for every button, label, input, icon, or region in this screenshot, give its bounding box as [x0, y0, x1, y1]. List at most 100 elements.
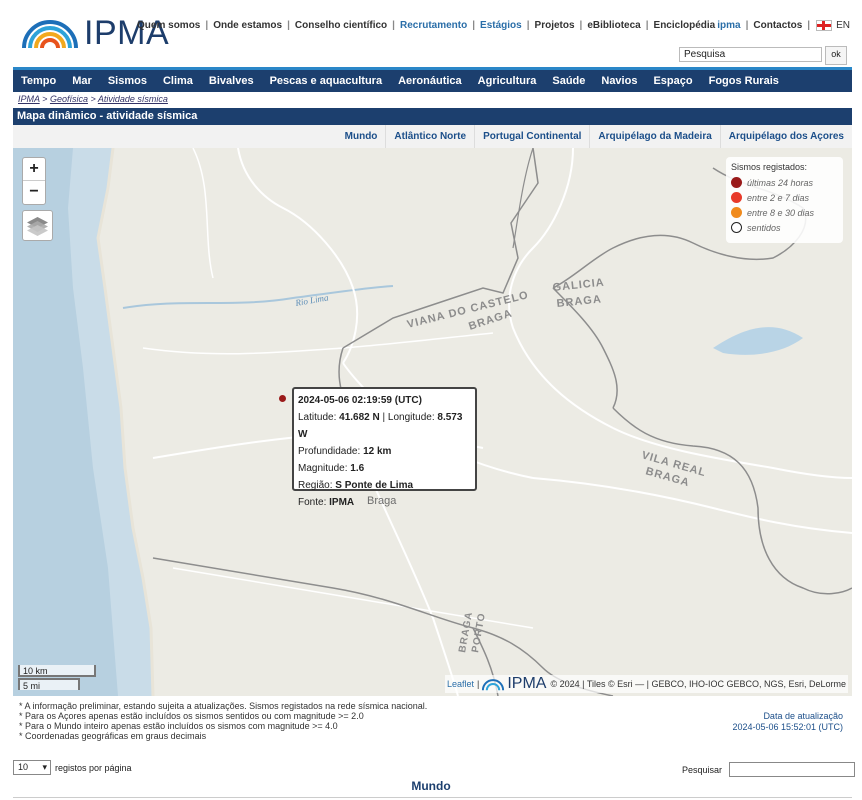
legend-dot-icon — [731, 192, 742, 203]
top-link-onde-estamos[interactable]: Onde estamos — [208, 20, 287, 31]
region-tab-3[interactable]: Arquipélago da Madeira — [589, 125, 719, 148]
top-link-ipma-extra: ipma — [717, 20, 741, 31]
map-attribution: Leaflet | IPMA © 2024 | Tiles © Esri — | … — [444, 675, 848, 693]
per-page-label: registos por página — [55, 762, 132, 773]
popup-latitude: 41.682 N — [339, 412, 380, 423]
legend-dot-icon — [731, 177, 742, 188]
popup-depth-label: Profundidade: — [298, 446, 361, 457]
breadcrumb-geofisica[interactable]: Geofísica — [50, 94, 88, 104]
top-link-quem-somos[interactable]: Quem somos — [132, 20, 205, 31]
region-tabs-bar: Mundo Atlântico Norte Portugal Continental… — [13, 125, 852, 149]
popup-latitude-label: Latitude: — [298, 412, 337, 423]
language-en-link[interactable]: EN — [836, 20, 850, 31]
top-link-contactos[interactable]: Contactos — [748, 20, 807, 31]
map-notes: * A informação preliminar, estando sujei… — [19, 701, 427, 741]
nav-item-7[interactable]: Agricultura — [470, 75, 545, 87]
nav-item-3[interactable]: Clima — [155, 75, 201, 87]
note-4: * Coordenadas geográficas em graus decim… — [19, 731, 207, 741]
ipma-logo-icon — [22, 20, 78, 49]
table-search-label: Pesquisar — [682, 764, 723, 775]
layers-icon — [27, 217, 48, 236]
legend-title: Sismos registados: — [731, 162, 808, 172]
note-2: * Para os Açores apenas estão incluídos … — [19, 711, 364, 721]
seismic-map[interactable]: Rio Lima VIANA DO CASTELO BRAGA GALICIA … — [13, 148, 852, 696]
leaflet-link[interactable]: Leaflet — [447, 679, 474, 689]
top-links: Quem somos | Onde estamos | Conselho científ… — [132, 20, 850, 31]
popup-time: 2024-05-06 02:19:59 (UTC) — [298, 395, 422, 406]
region-tab-1[interactable]: Atlântico Norte — [385, 125, 474, 148]
nav-item-5[interactable]: Pescas e aquacultura — [262, 75, 391, 87]
legend-item: últimas 24 horas — [731, 175, 838, 190]
popup-region-label: Região: — [298, 480, 333, 491]
separator: | — [807, 20, 811, 31]
legend-item: sentidos — [731, 220, 838, 235]
attribution-text: © 2024 | Tiles © Esri — | GEBCO, IHO-IOC… — [550, 679, 846, 689]
legend-dot-icon — [731, 222, 742, 233]
region-tab-0[interactable]: Mundo — [337, 125, 386, 148]
nav-item-4[interactable]: Bivalves — [201, 75, 262, 87]
scale-mi: 5 mi — [18, 678, 80, 691]
top-link-conselho-cient-fico[interactable]: Conselho científico — [290, 20, 392, 31]
table-search-input[interactable] — [729, 762, 856, 777]
region-tab-4[interactable]: Arquipélago dos Açores — [719, 125, 852, 148]
nav-item-8[interactable]: Saúde — [544, 75, 593, 87]
table-search: Pesquisar — [682, 762, 856, 777]
legend-item: entre 8 e 30 dias — [731, 205, 838, 220]
divider — [13, 797, 852, 798]
ipma-attribution-logo: IPMA — [507, 675, 547, 692]
scale-km: 10 km — [18, 665, 96, 677]
top-link-projetos[interactable]: Projetos — [530, 20, 580, 31]
legend-item: entre 2 e 7 dias — [731, 190, 838, 205]
page-title: Mapa dinâmico - atividade sísmica — [13, 108, 852, 125]
top-link-est-gios[interactable]: Estágios — [475, 20, 527, 31]
popup-region: S Ponte de Lima — [335, 480, 414, 491]
zoom-in-button[interactable]: + — [23, 158, 45, 180]
nav-item-10[interactable]: Espaço — [645, 75, 700, 87]
map-scale: 10 km 5 mi — [18, 665, 96, 691]
search-ok-button[interactable]: ok — [825, 46, 847, 65]
breadcrumb-atividade-sismica[interactable]: Atividade sísmica — [98, 94, 168, 104]
popup-magnitude: 1.6 — [350, 463, 365, 474]
legend-label: entre 2 e 7 dias — [747, 192, 810, 203]
earthquake-marker[interactable] — [279, 395, 286, 402]
popup-magnitude-label: Magnitude: — [298, 463, 348, 474]
legend-label: sentidos — [747, 222, 781, 233]
section-title: Mundo — [411, 779, 451, 793]
zoom-control: + − — [22, 157, 46, 205]
per-page-select[interactable]: 10 — [13, 760, 51, 775]
region-tab-2[interactable]: Portugal Continental — [474, 125, 589, 148]
nav-item-11[interactable]: Fogos Rurais — [701, 75, 787, 87]
note-1: * A informação preliminar, estando sujei… — [19, 701, 428, 711]
search-input[interactable]: Pesquisa — [679, 47, 822, 62]
nav-item-2[interactable]: Sismos — [100, 75, 155, 87]
zoom-out-button[interactable]: − — [23, 180, 45, 203]
nav-item-1[interactable]: Mar — [64, 75, 100, 87]
popup-source-label: Fonte: — [298, 497, 327, 508]
popup-longitude-label: Longitude: — [387, 412, 435, 423]
nav-item-6[interactable]: Aeronáutica — [390, 75, 470, 87]
nav-item-9[interactable]: Navios — [593, 75, 645, 87]
earthquake-popup: 2024-05-06 02:19:59 (UTC) Latitude: 41.6… — [292, 387, 477, 508]
update-info: Data de atualização 2024-05-06 15:52:01 … — [732, 711, 843, 733]
top-link-recrutamento[interactable]: Recrutamento — [395, 20, 472, 31]
site-header: IPMA Quem somos | Onde estamos | Conselho ci… — [0, 0, 862, 67]
breadcrumb: IPMA > Geofísica > Atividade sísmica — [18, 94, 168, 104]
per-page-control: 10 registos por página — [13, 760, 132, 775]
nav-item-0[interactable]: Tempo — [13, 75, 64, 87]
breadcrumb-ipma[interactable]: IPMA — [18, 94, 40, 104]
legend-label: entre 8 e 30 dias — [747, 207, 815, 218]
legend-dot-icon — [731, 207, 742, 218]
ipma-attribution-icon — [482, 679, 505, 691]
layers-button[interactable] — [22, 210, 53, 241]
main-nav: Tempo Mar Sismos Clima Bivalves Pescas e aqua… — [13, 70, 852, 92]
update-value: 2024-05-06 15:52:01 (UTC) — [732, 722, 843, 732]
top-link-enciclop-dia[interactable]: Enciclopédia — [649, 20, 721, 31]
english-flag-icon[interactable] — [816, 20, 833, 31]
popup-depth: 12 km — [363, 446, 392, 457]
map-legend: Sismos registados: últimas 24 horas entre… — [726, 157, 843, 243]
top-link-ebiblioteca[interactable]: eBiblioteca — [582, 20, 645, 31]
update-label: Data de atualização — [763, 711, 843, 721]
legend-label: últimas 24 horas — [747, 177, 814, 188]
note-3: * Para o Mundo inteiro apenas estão incl… — [19, 721, 338, 731]
popup-source: IPMA — [329, 497, 355, 508]
